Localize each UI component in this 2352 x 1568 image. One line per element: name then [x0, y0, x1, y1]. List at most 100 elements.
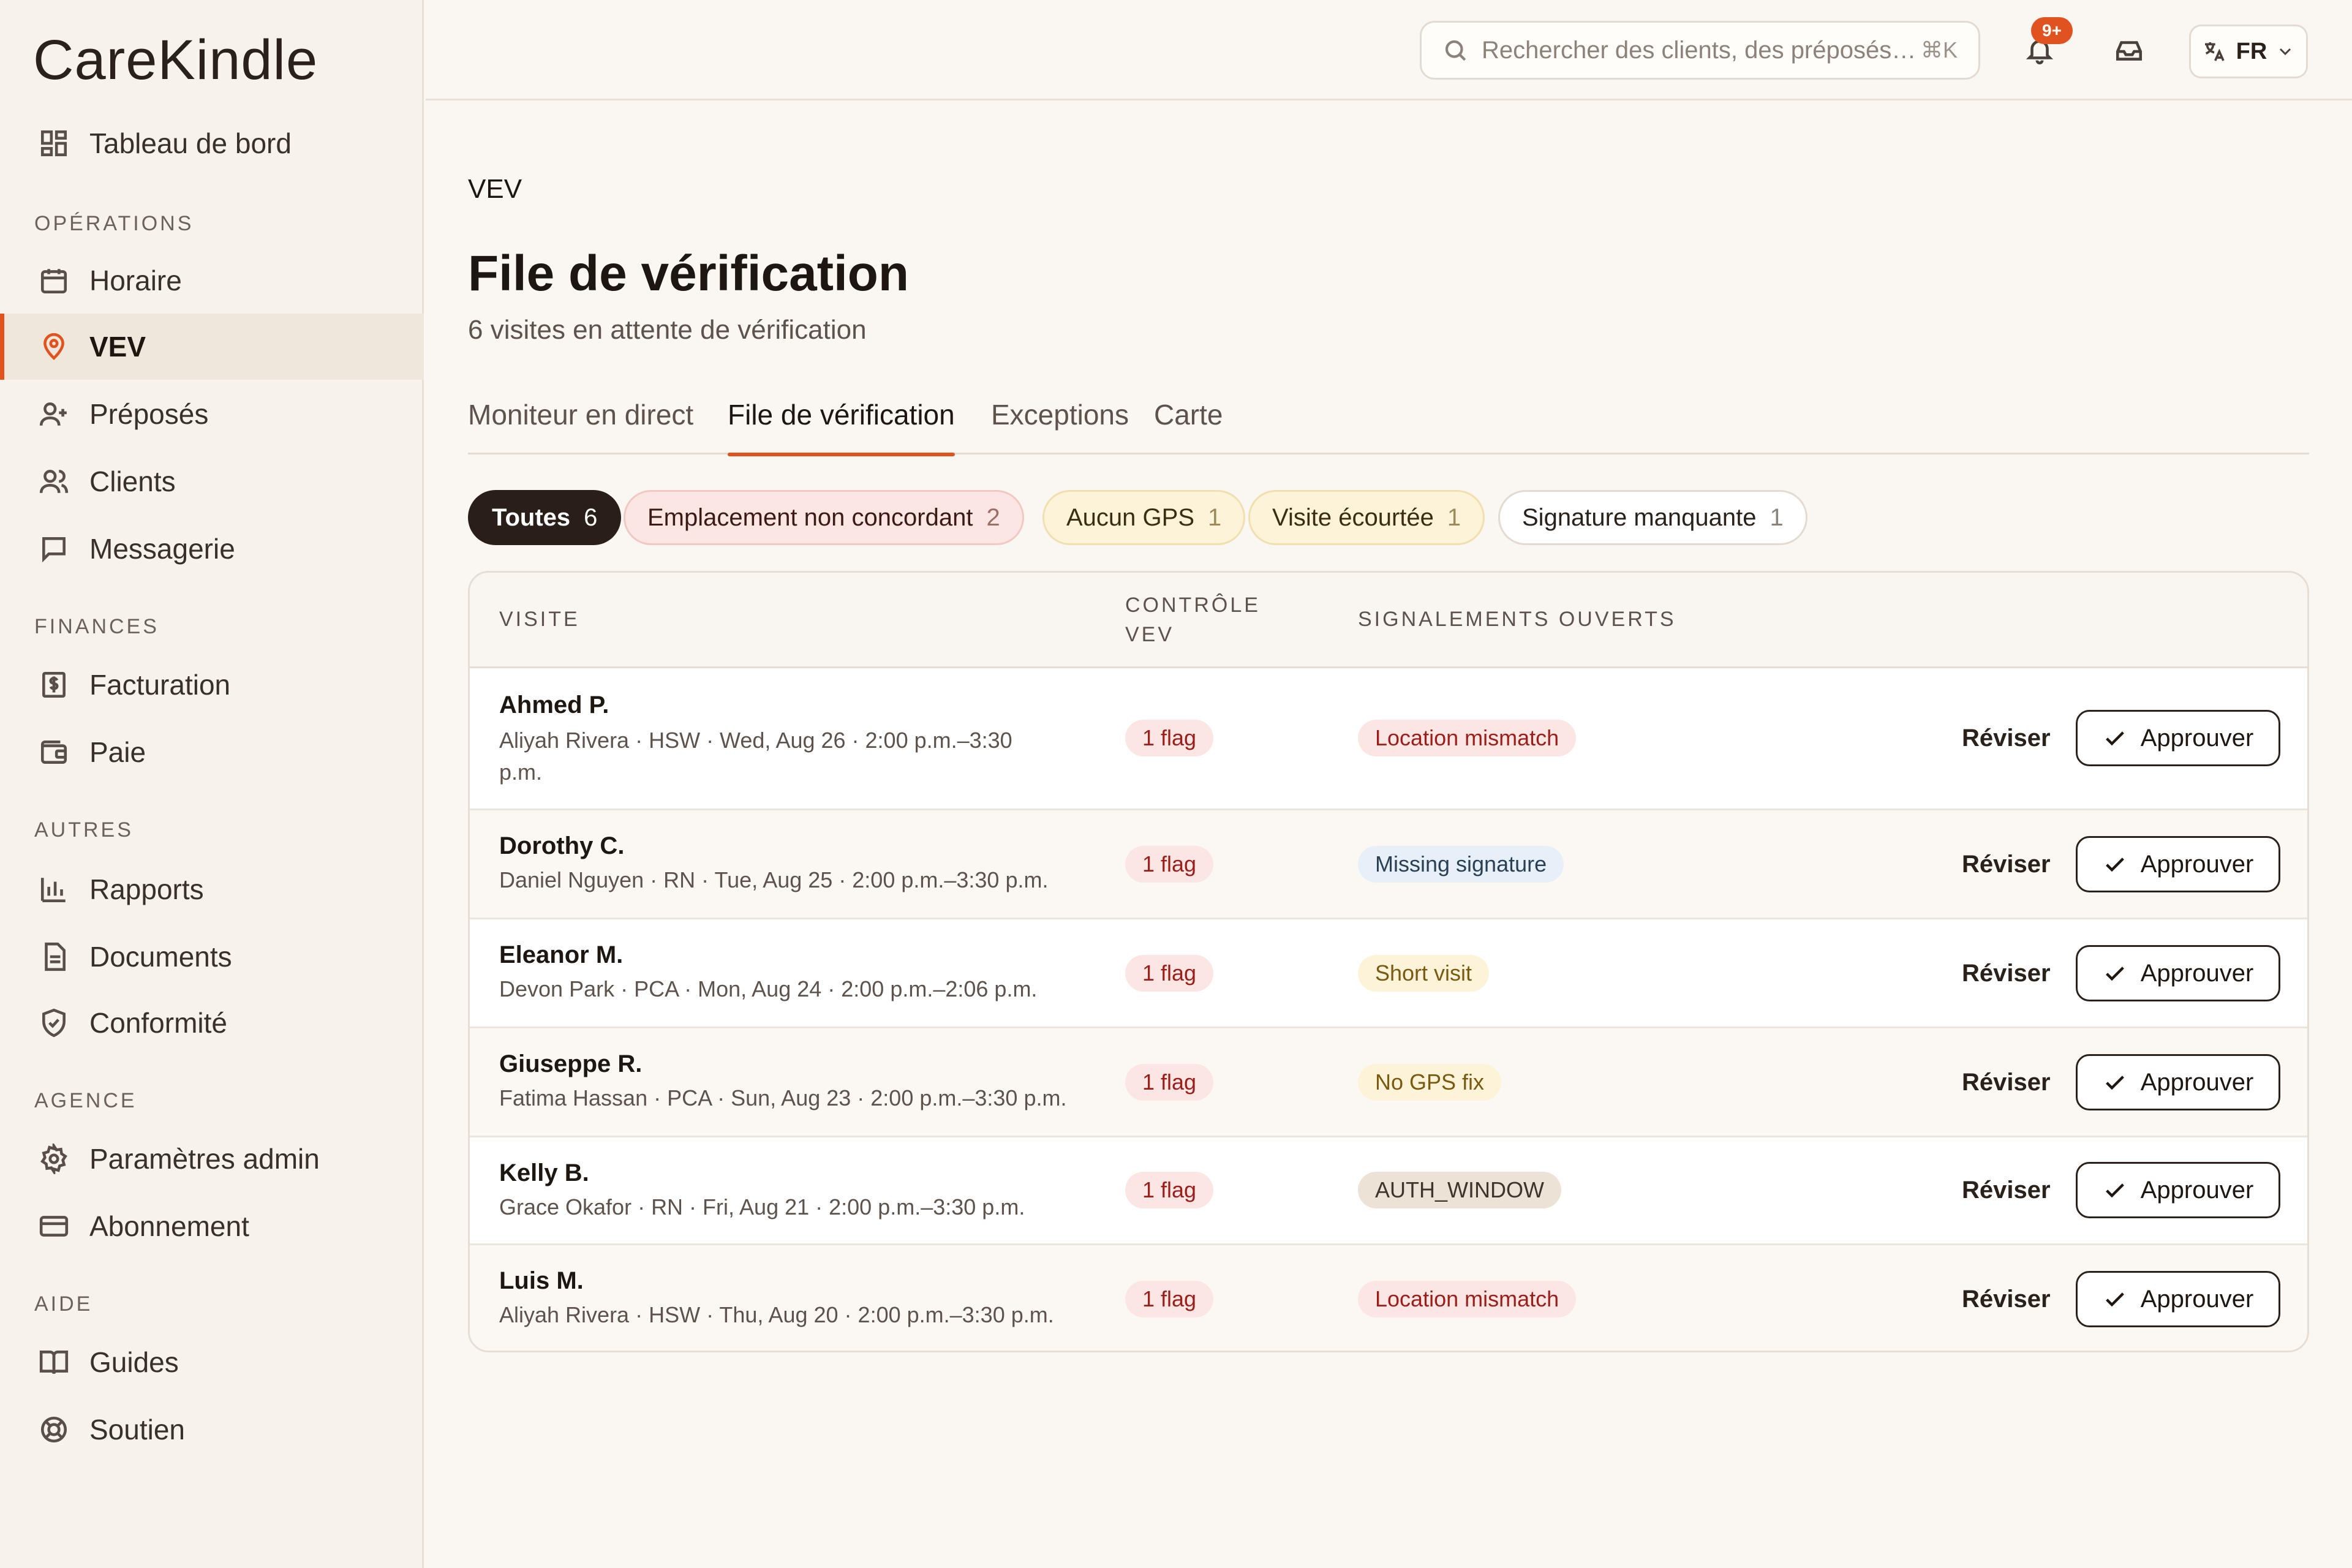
- sidebar-item-label: Paie: [89, 736, 146, 768]
- approve-button[interactable]: Approuver: [2076, 1271, 2280, 1327]
- sidebar-item-label: Conformité: [89, 1007, 227, 1039]
- review-button[interactable]: Réviser: [1962, 960, 2051, 987]
- sidebar-item-dashboard[interactable]: Tableau de bord: [0, 110, 424, 176]
- sidebar-item-label: Documents: [89, 941, 232, 973]
- tab-moniteur[interactable]: Moniteur en direct: [468, 398, 693, 454]
- page-title: File de vérification: [468, 246, 909, 301]
- sidebar-item-soutien[interactable]: Soutien: [0, 1396, 424, 1463]
- sidebar-item-paie[interactable]: Paie: [0, 719, 424, 785]
- calendar-icon: [38, 265, 70, 296]
- app-logo[interactable]: CareKindle: [33, 28, 318, 92]
- review-button[interactable]: Réviser: [1962, 725, 2051, 752]
- column-header-check-2: VEV: [1125, 623, 1175, 646]
- map-pin-icon: [38, 331, 70, 363]
- breadcrumb[interactable]: VEV: [468, 174, 522, 205]
- sidebar-item-documents[interactable]: Documents: [0, 924, 424, 990]
- users-icon: [38, 466, 70, 497]
- visit-meta: Aliyah Rivera · HSW · Wed, Aug 26 · 2:00…: [499, 728, 1012, 785]
- filter-chip-short-visit[interactable]: Visite écourtée 1: [1248, 490, 1485, 545]
- flag-count-badge: 1 flag: [1125, 846, 1214, 883]
- table-row[interactable]: Giuseppe R. Fatima Hassan · PCA · Sun, A…: [470, 1028, 2307, 1137]
- gear-icon: [38, 1143, 70, 1175]
- sidebar-item-parametres[interactable]: Paramètres admin: [0, 1126, 424, 1192]
- sidebar-item-messagerie[interactable]: Messagerie: [0, 516, 424, 582]
- tab-file-verification[interactable]: File de vérification: [728, 398, 955, 456]
- filter-chip-label: Visite écourtée: [1272, 503, 1434, 531]
- review-button[interactable]: Réviser: [1962, 1069, 2051, 1096]
- message-icon: [38, 533, 70, 565]
- section-label-operations: OPÉRATIONS: [34, 212, 194, 235]
- approve-button[interactable]: Approuver: [2076, 710, 2280, 766]
- book-icon: [38, 1346, 70, 1378]
- shield-check-icon: [38, 1007, 70, 1039]
- table-row[interactable]: Kelly B. Grace Okafor · RN · Fri, Aug 21…: [470, 1137, 2307, 1245]
- sidebar-item-preposes[interactable]: Préposés: [0, 381, 424, 447]
- check-icon: [2105, 967, 2124, 981]
- column-header-visit: VISITE: [499, 608, 580, 631]
- flag-count-badge: 1 flag: [1125, 1172, 1214, 1208]
- review-button[interactable]: Réviser: [1962, 1286, 2051, 1313]
- sidebar-item-guides[interactable]: Guides: [0, 1329, 424, 1395]
- sidebar-item-facturation[interactable]: Facturation: [0, 652, 424, 718]
- filter-chip-count: 1: [1208, 503, 1222, 531]
- sidebar-item-vev[interactable]: VEV: [0, 314, 424, 380]
- review-button[interactable]: Réviser: [1962, 1177, 2051, 1204]
- credit-card-icon: [38, 1210, 70, 1242]
- sidebar-item-label: Messagerie: [89, 533, 235, 565]
- client-name: Luis M.: [499, 1267, 584, 1294]
- flag-count-badge: 1 flag: [1125, 955, 1214, 992]
- sidebar-item-label: Horaire: [89, 265, 182, 296]
- table-row[interactable]: Eleanor M. Devon Park · PCA · Mon, Aug 2…: [470, 919, 2307, 1028]
- search-placeholder: Rechercher des clients, des préposés…: [1482, 36, 1917, 64]
- sidebar-item-label: Soutien: [89, 1414, 186, 1446]
- inbox-button[interactable]: [2107, 28, 2151, 72]
- check-icon: [2105, 858, 2124, 872]
- filter-chip-missing-signature[interactable]: Signature manquante 1: [1498, 490, 1807, 545]
- sidebar-item-rapports[interactable]: Rapports: [0, 856, 424, 922]
- flag-count-badge: 1 flag: [1125, 720, 1214, 756]
- table-header: VISITE CONTRÔLE VEV SIGNALEMENTS OUVERTS: [470, 573, 2307, 668]
- filter-chip-all[interactable]: Toutes 6: [468, 490, 622, 545]
- approve-button[interactable]: Approuver: [2076, 945, 2280, 1001]
- review-button[interactable]: Réviser: [1962, 851, 2051, 878]
- search-input[interactable]: Rechercher des clients, des préposés… ⌘K: [1420, 21, 1980, 80]
- inbox-icon: [2116, 41, 2143, 61]
- approve-button[interactable]: Approuver: [2076, 1162, 2280, 1218]
- approve-button[interactable]: Approuver: [2076, 836, 2280, 892]
- sidebar-item-abonnement[interactable]: Abonnement: [0, 1193, 424, 1259]
- client-name: Ahmed P.: [499, 692, 609, 718]
- filter-chip-count: 2: [986, 503, 1000, 531]
- client-name: Eleanor M.: [499, 941, 624, 968]
- table-row[interactable]: Dorothy C. Daniel Nguyen · RN · Tue, Aug…: [470, 810, 2307, 919]
- approve-label: Approuver: [2140, 724, 2254, 752]
- approve-button[interactable]: Approuver: [2076, 1054, 2280, 1110]
- sidebar-item-label: Rapports: [89, 873, 204, 905]
- sidebar-item-horaire[interactable]: Horaire: [0, 247, 424, 314]
- sidebar-item-label: Facturation: [89, 669, 231, 701]
- user-plus-icon: [38, 398, 70, 430]
- tab-carte[interactable]: Carte: [1154, 398, 1223, 454]
- dashboard-icon: [38, 127, 70, 159]
- table-row[interactable]: Luis M. Aliyah Rivera · HSW · Thu, Aug 2…: [470, 1245, 2307, 1351]
- language-label: FR: [2236, 38, 2267, 64]
- filter-chip-location-mismatch[interactable]: Emplacement non concordant 2: [624, 490, 1024, 545]
- approve-label: Approuver: [2140, 1068, 2254, 1096]
- issue-badge: Missing signature: [1358, 846, 1564, 883]
- sidebar-item-clients[interactable]: Clients: [0, 448, 424, 514]
- wallet-icon: [38, 736, 70, 768]
- tab-exceptions[interactable]: Exceptions: [991, 398, 1129, 454]
- filter-chip-no-gps[interactable]: Aucun GPS 1: [1042, 490, 1246, 545]
- approve-label: Approuver: [2140, 959, 2254, 987]
- table-row[interactable]: Ahmed P. Aliyah Rivera · HSW · Wed, Aug …: [470, 668, 2307, 810]
- sidebar-item-label: Préposés: [89, 398, 209, 430]
- issue-badge: Location mismatch: [1358, 720, 1577, 756]
- language-selector[interactable]: FR: [2189, 24, 2308, 78]
- sidebar-item-label: Abonnement: [89, 1210, 249, 1242]
- sidebar-item-conformite[interactable]: Conformité: [0, 990, 424, 1056]
- visit-meta: Grace Okafor · RN · Fri, Aug 21 · 2:00 p…: [499, 1194, 1025, 1219]
- notifications-badge: 9+: [2031, 17, 2073, 44]
- filter-chip-count: 1: [1447, 503, 1461, 531]
- filter-chip-label: Signature manquante: [1522, 503, 1757, 531]
- client-name: Dorothy C.: [499, 832, 625, 859]
- check-icon: [2105, 731, 2124, 746]
